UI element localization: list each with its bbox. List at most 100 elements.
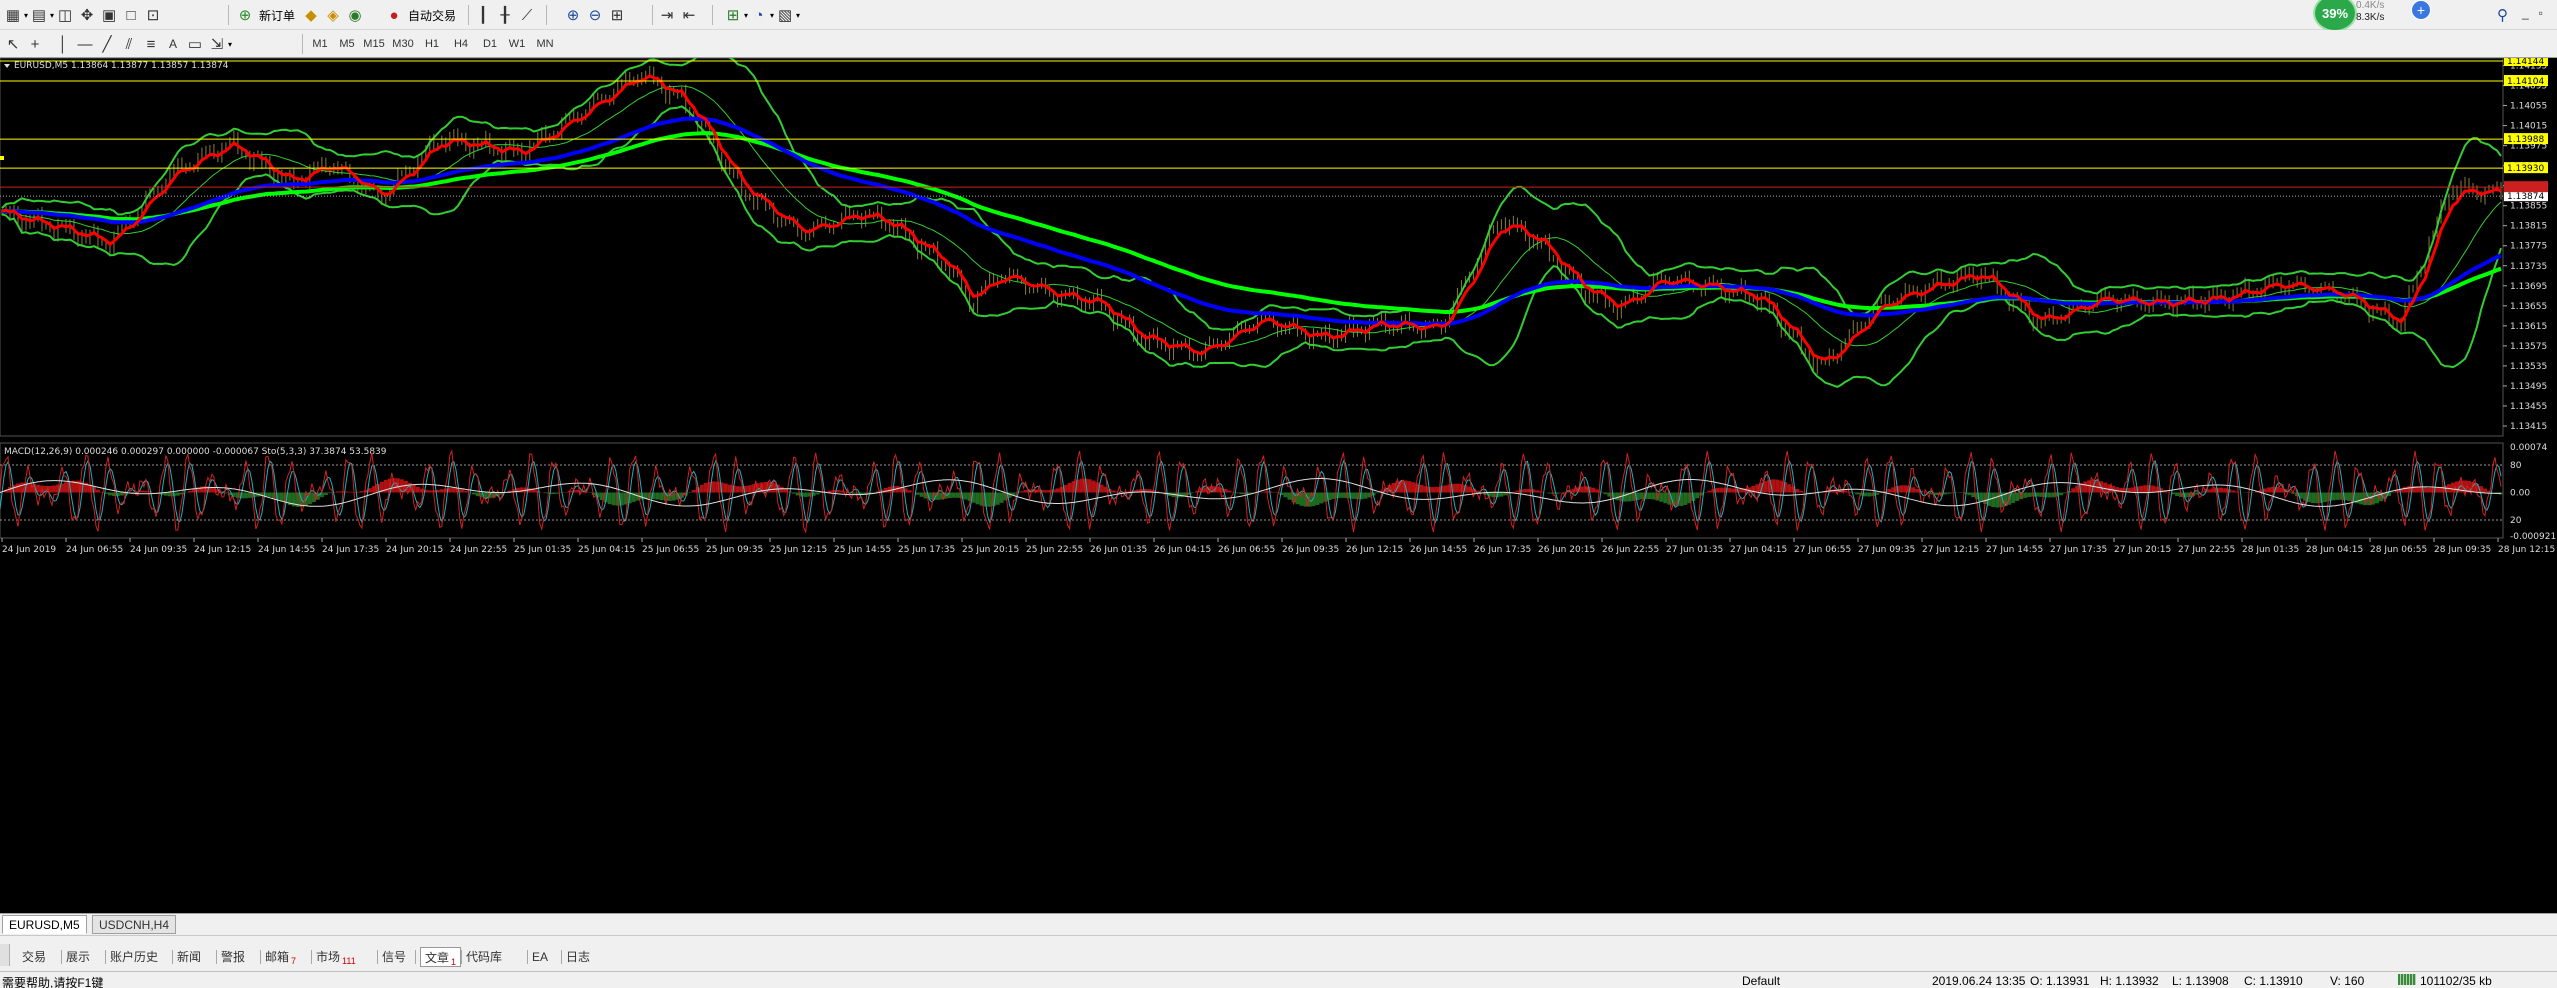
time-tick-label: 26 Jun 17:35 bbox=[1474, 545, 1531, 555]
vertical-line-icon[interactable]: │ bbox=[52, 33, 74, 55]
zoom-out-icon[interactable]: ⊖ bbox=[584, 4, 606, 26]
window-controls[interactable]: _▫ bbox=[2522, 6, 2553, 20]
channel-icon[interactable]: ⫽ bbox=[118, 33, 140, 55]
terminal-tab-label: 交易 bbox=[22, 950, 47, 964]
tile-windows-icon[interactable]: ⊞ bbox=[606, 4, 628, 26]
fibonacci-icon[interactable]: ≡ bbox=[140, 33, 162, 55]
cursor-icon[interactable]: ↖ bbox=[2, 33, 24, 55]
time-tick-label: 28 Jun 04:15 bbox=[2306, 545, 2363, 555]
terminal-tab-0[interactable]: 交易 bbox=[22, 947, 46, 967]
strategy-tester-icon[interactable]: ⊡ bbox=[142, 4, 164, 26]
templates-icon[interactable]: ▧ bbox=[774, 4, 796, 26]
new-order-button[interactable]: ⊕ 新订单 bbox=[234, 4, 295, 26]
chart-shift-icon[interactable]: ⇤ bbox=[678, 4, 700, 26]
candlestick-icon[interactable]: ╂ bbox=[494, 4, 516, 26]
chart-window[interactable]: 1.141351.140951.140551.140151.139751.139… bbox=[0, 58, 2557, 913]
status-profile[interactable]: Default bbox=[1742, 974, 1780, 988]
indicator-tick-label: -0.000921 bbox=[2510, 532, 2556, 542]
extra-tools-group: ◆ ◈ ◉ bbox=[300, 4, 366, 26]
text-label-icon[interactable]: ▭ bbox=[184, 33, 206, 55]
ask-price-tag bbox=[2504, 181, 2548, 193]
timeframe-m5[interactable]: M5 bbox=[334, 33, 360, 55]
chart-tab-usdcnh[interactable]: USDCNH,H4 bbox=[92, 915, 177, 934]
network-speed: 0.4K/s 8.3K/s bbox=[2356, 0, 2384, 24]
indicator-tick-label: 0.00 bbox=[2510, 489, 2530, 499]
tab-separator bbox=[461, 950, 462, 964]
terminal-tab-7[interactable]: 信号 bbox=[382, 947, 406, 967]
zoom-in-icon[interactable]: ⊕ bbox=[562, 4, 584, 26]
price-tick-label: 1.13455 bbox=[2510, 402, 2547, 412]
new-chart-icon[interactable]: ▦ bbox=[2, 4, 24, 26]
market-watch-icon[interactable]: ◫ bbox=[54, 4, 76, 26]
terminal-tab-label: 市场 bbox=[316, 950, 341, 964]
terminal-tab-1[interactable]: 展示 bbox=[66, 947, 90, 967]
auto-trading-button[interactable]: ● 自动交易 bbox=[383, 4, 456, 26]
network-percent: 39% bbox=[2321, 5, 2349, 21]
text-icon[interactable]: A bbox=[162, 33, 184, 55]
arrows-icon[interactable]: ⇲ bbox=[206, 33, 228, 55]
time-tick-label: 26 Jun 04:15 bbox=[1154, 545, 1211, 555]
tab-separator bbox=[260, 950, 261, 964]
search-icon[interactable]: ⚲ bbox=[2497, 6, 2508, 24]
time-tick-label: 27 Jun 06:55 bbox=[1794, 545, 1851, 555]
profiles-icon[interactable]: ▤ bbox=[28, 4, 50, 26]
terminal-tab-3[interactable]: 新闻 bbox=[177, 947, 201, 967]
price-tick-label: 1.13855 bbox=[2510, 202, 2547, 212]
timeframe-h4[interactable]: H4 bbox=[448, 33, 474, 55]
time-tick-label: 27 Jun 20:15 bbox=[2114, 545, 2171, 555]
terminal-tab-label: 文章 bbox=[425, 951, 450, 965]
network-plus-icon[interactable]: + bbox=[2411, 0, 2431, 20]
data-window-icon[interactable]: ✥ bbox=[76, 4, 98, 26]
time-tick-label: 28 Jun 12:15 bbox=[2498, 545, 2555, 555]
terminal-tab-9[interactable]: 代码库 bbox=[466, 947, 502, 967]
status-low: L: 1.13908 bbox=[2172, 974, 2229, 988]
terminal-tab-4[interactable]: 警报 bbox=[221, 947, 245, 967]
tab-separator bbox=[415, 950, 416, 964]
network-monitor-badge[interactable]: 39% bbox=[2313, 0, 2357, 32]
tab-separator bbox=[216, 950, 217, 964]
status-datetime: 2019.06.24 13:35 bbox=[1932, 974, 2026, 988]
line-chart-icon[interactable]: ⟋ bbox=[516, 4, 538, 26]
terminal-tab-5[interactable]: 邮箱 7 bbox=[265, 947, 296, 967]
time-tick-label: 25 Jun 12:15 bbox=[770, 545, 827, 555]
timeframe-d1[interactable]: D1 bbox=[477, 33, 503, 55]
timeframe-h1[interactable]: H1 bbox=[419, 33, 445, 55]
bar-chart-icon[interactable]: ┃ bbox=[472, 4, 494, 26]
new-order-icon: ⊕ bbox=[238, 7, 252, 24]
time-tick-label: 26 Jun 22:55 bbox=[1602, 545, 1659, 555]
metaeditor-icon[interactable]: ◆ bbox=[300, 4, 322, 26]
timeframe-m30[interactable]: M30 bbox=[390, 33, 416, 55]
terminal-tab-11[interactable]: 日志 bbox=[566, 947, 590, 967]
horizontal-line-icon[interactable]: — bbox=[74, 33, 96, 55]
terminal-tab-2[interactable]: 账户历史 bbox=[110, 947, 158, 967]
time-tick-label: 28 Jun 09:35 bbox=[2434, 545, 2491, 555]
terminal-tab-6[interactable]: 市场 111 bbox=[316, 947, 356, 967]
auto-scroll-icon[interactable]: ⇥ bbox=[656, 4, 678, 26]
navigator-icon[interactable]: ▣ bbox=[98, 4, 120, 26]
price-tag-label: 1.13988 bbox=[2507, 135, 2544, 145]
time-tick-label: 24 Jun 09:35 bbox=[130, 545, 187, 555]
separator bbox=[228, 5, 229, 25]
terminal-tab-10[interactable]: EA bbox=[532, 947, 548, 967]
price-tick-label: 1.13735 bbox=[2510, 262, 2547, 272]
main-toolbar: ▦ ▾ ▤ ▾ ◫ ✥ ▣ □ ⊡ ⊕ 新订单 ◆ ◈ ◉ ● 自动交易 ┃ ╂ ⟋… bbox=[0, 0, 2557, 32]
terminal-icon[interactable]: □ bbox=[120, 4, 142, 26]
timeframe-w1[interactable]: W1 bbox=[504, 33, 530, 55]
timeframe-mn[interactable]: MN bbox=[532, 33, 558, 55]
vps-icon[interactable]: ◉ bbox=[344, 4, 366, 26]
indicators-group: ⊞ ▾ ◔ ▾ ▧ ▾ bbox=[722, 4, 800, 26]
chart-tab-eurusd[interactable]: EURUSD,M5 bbox=[2, 915, 87, 934]
price-tag-label: 1.14144 bbox=[2507, 58, 2544, 67]
time-tick-label: 24 Jun 20:15 bbox=[386, 545, 443, 555]
indicators-icon[interactable]: ⊞ bbox=[722, 4, 744, 26]
time-tick-label: 27 Jun 17:35 bbox=[2050, 545, 2107, 555]
trendline-icon[interactable]: ╱ bbox=[96, 33, 118, 55]
periods-icon[interactable]: ◔ bbox=[748, 4, 770, 26]
drawing-toolbar: ↖ + │ — ╱ ⫽ ≡ A ▭ ⇲ ▾ M1 M5 M15 M30 H1 H4 D1 W1 M… bbox=[0, 30, 2557, 58]
terminal-tab-8[interactable]: 文章 1 bbox=[420, 947, 462, 967]
timeframe-m15[interactable]: M15 bbox=[361, 33, 387, 55]
crosshair-icon[interactable]: + bbox=[24, 33, 46, 55]
time-tick-label: 25 Jun 20:15 bbox=[962, 545, 1019, 555]
marketplace-icon[interactable]: ◈ bbox=[322, 4, 344, 26]
timeframe-m1[interactable]: M1 bbox=[307, 33, 333, 55]
